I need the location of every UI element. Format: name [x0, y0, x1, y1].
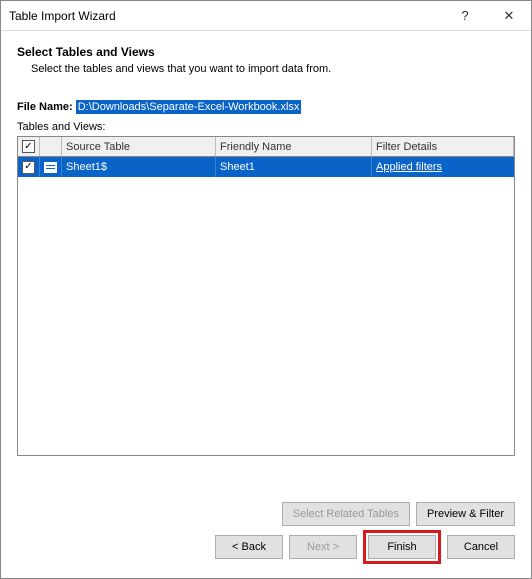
row-icon-cell — [40, 157, 62, 177]
window-title: Table Import Wizard — [9, 9, 116, 23]
filename-label: File Name: — [17, 101, 73, 113]
button-row-1: Select Related Tables Preview & Filter — [282, 502, 515, 526]
preview-filter-button[interactable]: Preview & Filter — [416, 502, 515, 526]
header-checkbox-cell[interactable] — [18, 137, 40, 156]
row-checkbox[interactable] — [22, 161, 35, 174]
tables-views-label: Tables and Views: — [17, 121, 515, 133]
grid-header: Source Table Friendly Name Filter Detail… — [18, 137, 514, 157]
titlebar: Table Import Wizard ? ✕ — [1, 1, 531, 31]
header-friendly[interactable]: Friendly Name — [216, 137, 372, 156]
row-source: Sheet1$ — [62, 157, 216, 177]
header-source[interactable]: Source Table — [62, 137, 216, 156]
row-filter: Applied filters — [372, 157, 514, 177]
filename-row: File Name: D:\Downloads\Separate-Excel-W… — [17, 101, 515, 113]
page-subheading: Select the tables and views that you wan… — [31, 63, 515, 75]
filename-value[interactable]: D:\Downloads\Separate-Excel-Workbook.xls… — [76, 100, 302, 114]
back-button[interactable]: < Back — [215, 535, 283, 559]
title-actions: ? ✕ — [443, 1, 531, 31]
finish-highlight: Finish — [363, 530, 441, 564]
cancel-button[interactable]: Cancel — [447, 535, 515, 559]
next-button: Next > — [289, 535, 357, 559]
table-icon — [44, 162, 57, 173]
row-friendly[interactable]: Sheet1 — [216, 157, 372, 177]
tables-grid: Source Table Friendly Name Filter Detail… — [17, 136, 515, 456]
content-area: Select Tables and Views Select the table… — [1, 31, 531, 456]
applied-filters-link[interactable]: Applied filters — [376, 161, 442, 173]
table-row[interactable]: Sheet1$ Sheet1 Applied filters — [18, 157, 514, 177]
header-filter[interactable]: Filter Details — [372, 137, 514, 156]
close-icon[interactable]: ✕ — [487, 1, 531, 31]
button-row-2: < Back Next > Finish Cancel — [215, 530, 515, 564]
help-icon[interactable]: ? — [443, 1, 487, 31]
select-related-tables-button: Select Related Tables — [282, 502, 410, 526]
page-heading: Select Tables and Views — [17, 45, 515, 59]
finish-button[interactable]: Finish — [368, 535, 436, 559]
row-checkbox-cell[interactable] — [18, 157, 40, 177]
select-all-checkbox[interactable] — [22, 140, 35, 153]
wizard-window: Table Import Wizard ? ✕ Select Tables an… — [0, 0, 532, 579]
header-icon-cell — [40, 137, 62, 156]
